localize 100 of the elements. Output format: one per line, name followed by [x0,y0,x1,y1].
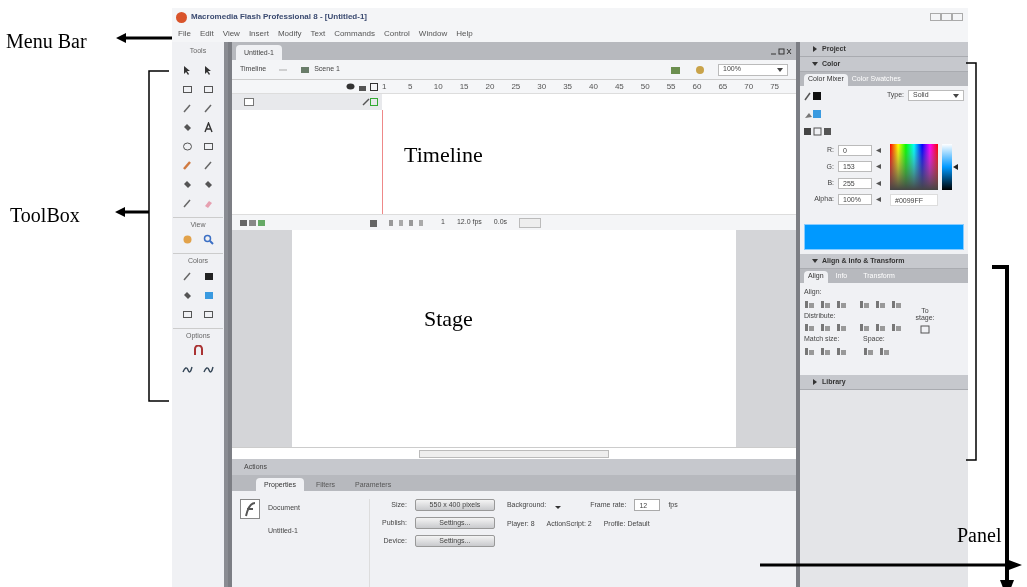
oval-icon[interactable] [182,140,193,152]
scrollbar-thumb[interactable] [419,449,609,458]
window-controls-icon[interactable] [770,48,792,56]
distribute-icon[interactable] [891,323,902,332]
annotation-label: Menu Bar [6,29,87,54]
rectangle-icon[interactable] [203,308,214,320]
frame-number: 10 [433,80,444,93]
align-icon[interactable] [875,299,886,309]
align-icon[interactable] [836,299,847,309]
annotation-label: ToolBox [10,203,80,228]
rectangle-icon[interactable] [182,83,193,95]
window-title: Macromedia Flash Professional 8 - [Untitled-1] [191,11,368,23]
annotation-label: Timeline [404,141,483,169]
color-spectrum[interactable] [890,144,938,190]
edit-symbols-icon[interactable] [670,64,682,75]
annotation-label: Stage [424,305,473,333]
pencil-icon [362,98,370,106]
align-icon[interactable] [804,299,815,309]
text-tool-icon[interactable] [203,121,214,133]
frame-number: 40 [589,80,599,93]
pencil-icon[interactable] [203,159,214,171]
distribute-icon[interactable] [820,323,831,332]
align-icon[interactable] [891,299,902,309]
menu-item[interactable]: Text [310,28,326,40]
expand-arrow-icon [812,46,818,52]
frame-number: 45 [614,80,625,93]
distribute-icon[interactable] [859,323,870,332]
frame-number: 20 [485,80,496,93]
match-size-icon[interactable] [836,346,847,356]
rectangle-icon[interactable] [182,308,193,320]
collapse-arrow-icon [812,258,818,264]
slider-arrow-icon[interactable] [876,148,881,154]
frame-number: 15 [459,80,470,93]
eye-icon [346,82,355,90]
menu-item[interactable]: Window [418,28,448,40]
brush-icon[interactable] [182,159,193,171]
layer-buttons-icon[interactable] [240,218,266,227]
match-size-icon[interactable] [804,346,815,356]
match-size-icon[interactable] [820,346,831,356]
expand-arrow-icon [812,379,818,385]
zoom-icon[interactable] [203,234,214,245]
align-icon[interactable] [859,299,870,309]
layer-icon [244,98,254,106]
outline-icon [370,82,378,91]
keyframe-icon [370,98,378,106]
frame-number: 35 [563,80,574,93]
scroll-thumb[interactable] [519,217,542,228]
pencil-icon[interactable] [182,197,193,209]
slider-arrow-icon[interactable] [876,196,881,202]
stroke-color-icon[interactable] [804,90,822,101]
menu-item[interactable]: File [178,28,191,40]
frame-number: 50 [640,80,651,93]
menu-item[interactable]: View [222,28,240,40]
magnet-icon[interactable] [192,345,204,356]
dropdown-arrow-icon [953,93,959,98]
frame-number: 1 [382,80,388,93]
flash-logo-icon [176,11,187,23]
menu-item[interactable]: Edit [199,28,214,40]
flash-document-icon [240,499,260,519]
dropdown-arrow-icon [777,67,783,72]
pencil-icon[interactable] [182,270,193,282]
frame-number: 70 [744,80,755,93]
fill-color-icon[interactable] [203,289,214,301]
frame-number: 60 [692,80,703,93]
frame-number: 75 [770,80,781,93]
menu-item[interactable]: Modify [277,28,302,40]
pointer-arrow [114,32,172,44]
distribute-icon[interactable] [836,323,847,332]
frame-number: 5 [407,80,414,93]
distribute-icon[interactable] [804,323,815,332]
rectangle-icon[interactable] [203,83,214,95]
frame-number: 55 [666,80,677,93]
curve-icon[interactable] [203,364,214,375]
frame-number: 65 [718,80,729,93]
pencil-icon[interactable] [203,102,214,114]
menu-item[interactable]: Insert [248,28,269,40]
window-controls-icon [930,13,964,21]
distribute-icon[interactable] [875,323,886,332]
scene-icon [300,65,311,74]
collapse-arrow-icon [812,61,818,67]
slider-arrow-icon[interactable] [876,164,881,170]
menu-item[interactable]: Control [384,28,410,40]
fill-color-icon[interactable] [804,109,822,119]
space-icon[interactable] [879,346,890,356]
curve-icon[interactable] [182,364,193,375]
frame-number: 25 [511,80,522,93]
brightness-slider[interactable] [942,144,958,190]
rectangle-icon[interactable] [203,140,214,152]
menu-item[interactable]: Help [456,28,473,40]
align-icon[interactable] [820,299,831,309]
space-icon[interactable] [863,346,874,356]
trash-icon[interactable] [370,218,377,227]
annotation-label: Panel [957,523,1002,548]
frame-number: 30 [537,80,548,93]
slider-arrow-icon[interactable] [876,180,881,186]
pencil-icon[interactable] [182,102,193,114]
to-stage-icon[interactable] [920,325,930,334]
color-buttons-icon[interactable] [804,127,832,136]
stroke-color-icon[interactable] [203,270,214,282]
menu-item[interactable]: Commands [334,28,376,40]
